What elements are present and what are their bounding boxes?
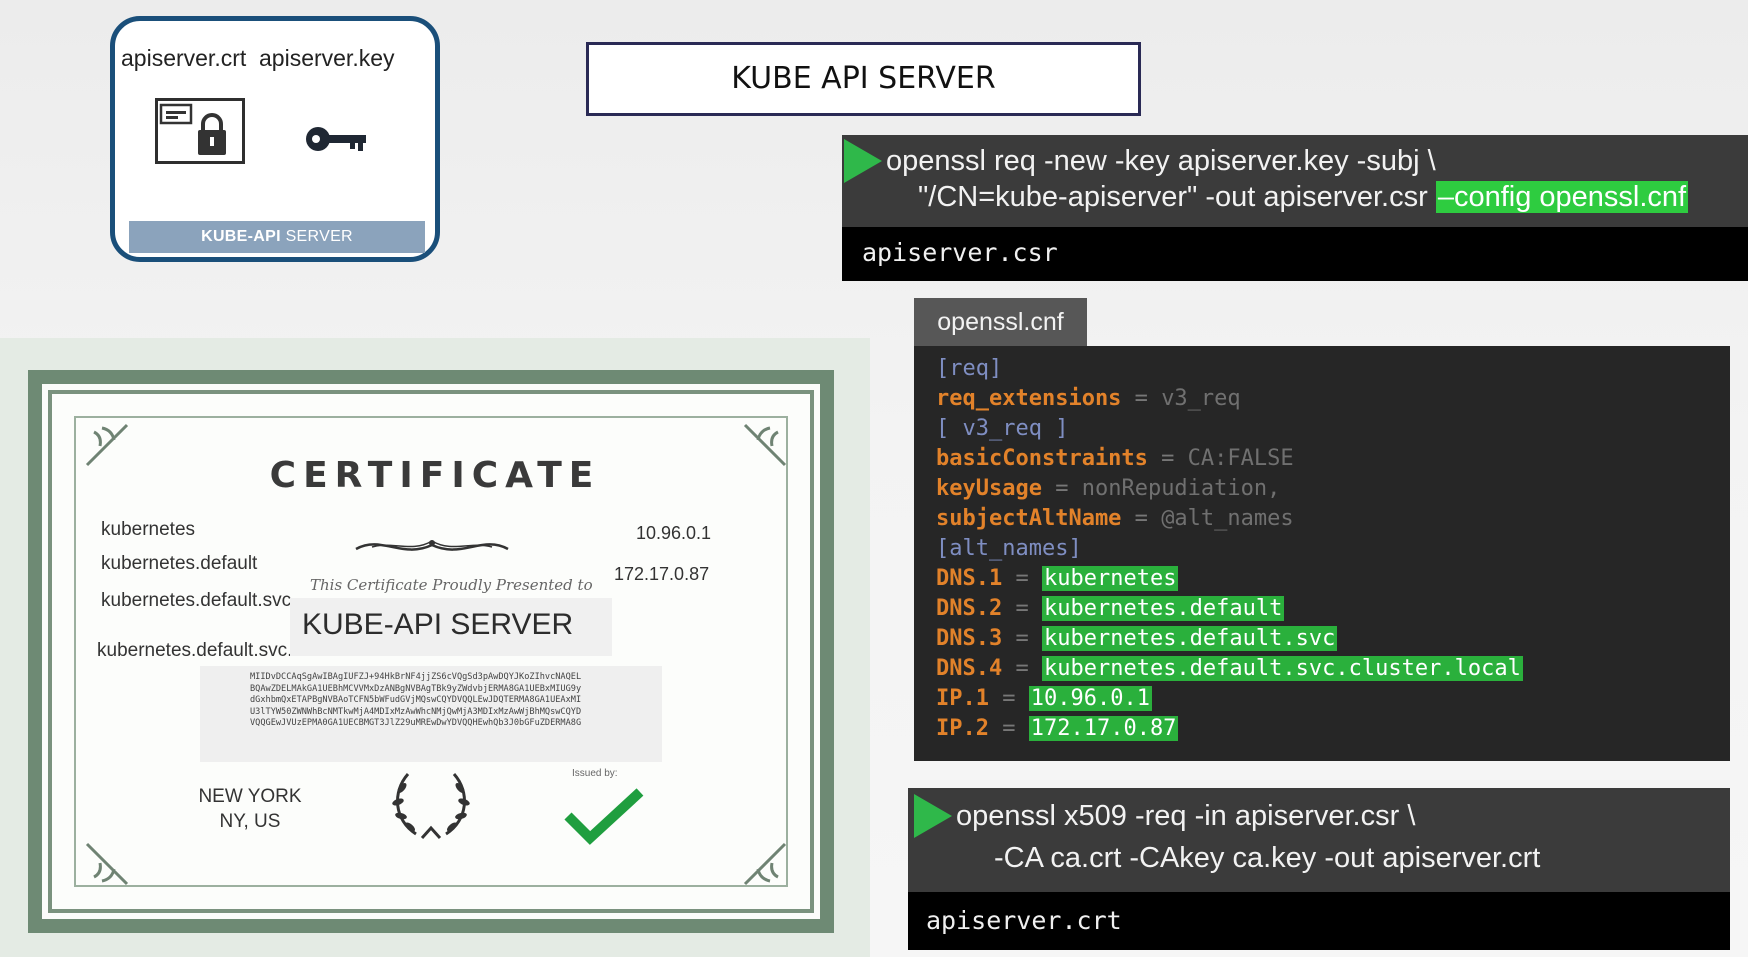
cnf-equals: =: [1002, 626, 1042, 651]
cnf-highlighted-value: 10.96.0.1: [1028, 686, 1152, 711]
cnf-value: v3_req: [1161, 386, 1241, 411]
cnf-line: req_extensions = v3_req: [936, 386, 1241, 411]
cnf-file-content: [req] req_extensions = v3_req [ v3_req ] ba…: [914, 346, 1730, 761]
csr-command-line1: openssl req -new -key apiserver.key -sub…: [886, 145, 1436, 177]
cnf-highlighted-value: 172.17.0.87: [1028, 716, 1179, 741]
cnf-highlighted-value: kubernetes.default: [1041, 596, 1285, 621]
cnf-value: nonRepudiation,: [1081, 476, 1281, 501]
cnf-section-header: [alt_names]: [936, 536, 1082, 561]
cnf-line: DNS.1 = kubernetes: [936, 566, 1179, 591]
cnf-line: DNS.4 = kubernetes.default.svc.cluster.l…: [936, 656, 1523, 681]
sign-command-line1: openssl x509 -req -in apiserver.csr \: [956, 800, 1416, 832]
corner-ornament-icon: [82, 834, 132, 889]
cert-ip-1: 10.96.0.1: [636, 523, 712, 543]
cnf-key: subjectAltName: [936, 506, 1122, 531]
cnf-value: CA:FALSE: [1187, 446, 1294, 471]
sign-command-line2: -CA ca.crt -CAkey ca.key -out apiserver.…: [994, 842, 1541, 874]
cnf-line: DNS.2 = kubernetes.default: [936, 596, 1285, 621]
cnf-key: DNS.3: [936, 626, 1003, 651]
cnf-highlighted-value: kubernetes.default.svc.cluster.local: [1041, 656, 1523, 681]
cnf-line: [req]: [936, 356, 1002, 381]
cnf-section-header: [req]: [936, 356, 1003, 381]
csr-command-block: openssl req -new -key apiserver.key -sub…: [842, 135, 1748, 227]
cnf-section-header: [ v3_req ]: [936, 416, 1069, 441]
cert-dns-1: kubernetes: [101, 519, 196, 540]
sign-command-block: openssl x509 -req -in apiserver.csr \ -C…: [908, 788, 1730, 892]
cnf-equals: =: [1002, 566, 1042, 591]
cnf-key: basicConstraints: [936, 446, 1148, 471]
cnf-equals: =: [1002, 596, 1042, 621]
cnf-line: subjectAltName = @alt_names: [936, 506, 1294, 531]
cnf-value: @alt_names: [1161, 506, 1294, 531]
cnf-line: keyUsage = nonRepudiation,: [936, 476, 1280, 501]
flourish-ornament-icon: [352, 533, 512, 564]
config-flag-highlight: –config openssl.cnf: [1435, 181, 1689, 213]
cert-dns-3: kubernetes.default.svc: [101, 590, 292, 611]
cnf-line: [ v3_req ]: [936, 416, 1068, 441]
corner-ornament-icon: [740, 834, 790, 889]
play-icon: [844, 139, 882, 183]
csr-command-line2: "/CN=kube-apiserver" -out apiserver.csr …: [918, 181, 1689, 213]
card-footer-label: KUBE-API SERVER: [129, 221, 425, 253]
cnf-file-tab: openssl.cnf: [914, 298, 1087, 346]
cnf-key: DNS.1: [936, 566, 1003, 591]
cnf-key: keyUsage: [936, 476, 1042, 501]
cnf-highlighted-value: kubernetes.default.svc: [1041, 626, 1338, 651]
cnf-equals: =: [1002, 656, 1042, 681]
cnf-equals: =: [988, 686, 1029, 711]
key-file-label: apiserver.key: [259, 45, 395, 71]
issued-by-label: Issued by:: [572, 768, 618, 779]
certificate-subject: KUBE-API SERVER: [302, 608, 574, 641]
certificate-location: NEW YORK NY, US: [198, 786, 302, 832]
cnf-key: req_extensions: [936, 386, 1122, 411]
cnf-line: [alt_names]: [936, 536, 1082, 561]
cnf-equals: =: [1121, 506, 1162, 531]
csr-output-text: apiserver.csr: [862, 238, 1058, 267]
cert-ip-2: 172.17.0.87: [614, 564, 710, 584]
key-icon: [305, 123, 369, 160]
cnf-equals: =: [1121, 386, 1162, 411]
play-icon: [914, 794, 952, 838]
certificate-key-text: MIIDvDCCAqSgAwIBAgIUFZJ+94HkBrNF4jjZS6cV…: [250, 672, 582, 728]
cnf-line: IP.2 = 172.17.0.87: [936, 716, 1179, 741]
laurel-wreath-icon: [386, 764, 476, 849]
page-title: KUBE API SERVER: [586, 42, 1141, 116]
cnf-line: IP.1 = 10.96.0.1: [936, 686, 1152, 711]
cnf-key: DNS.4: [936, 656, 1003, 681]
certificate-title: CERTIFICATE: [269, 455, 601, 496]
checkmark-icon: [562, 786, 646, 851]
files-card: apiserver.crt apiserver.key KUBE-API SER…: [110, 16, 440, 262]
cnf-line: DNS.3 = kubernetes.default.svc: [936, 626, 1338, 651]
cnf-highlighted-value: kubernetes: [1041, 566, 1179, 591]
cnf-line: basicConstraints = CA:FALSE: [936, 446, 1294, 471]
csr-output-block: apiserver.csr: [842, 227, 1748, 281]
sign-output-text: apiserver.crt: [926, 906, 1122, 935]
cnf-key: IP.1: [936, 686, 989, 711]
presented-text: This Certificate Proudly Presented to: [310, 576, 593, 594]
cnf-equals: =: [1147, 446, 1188, 471]
cert-dns-2: kubernetes.default: [101, 553, 258, 574]
cnf-equals: =: [988, 716, 1029, 741]
cnf-key: DNS.2: [936, 596, 1003, 621]
crt-file-label: apiserver.crt: [121, 45, 247, 71]
sign-output-block: apiserver.crt: [908, 892, 1730, 950]
cnf-equals: =: [1041, 476, 1082, 501]
certificate-lock-icon: [155, 98, 245, 164]
cnf-key: IP.2: [936, 716, 989, 741]
